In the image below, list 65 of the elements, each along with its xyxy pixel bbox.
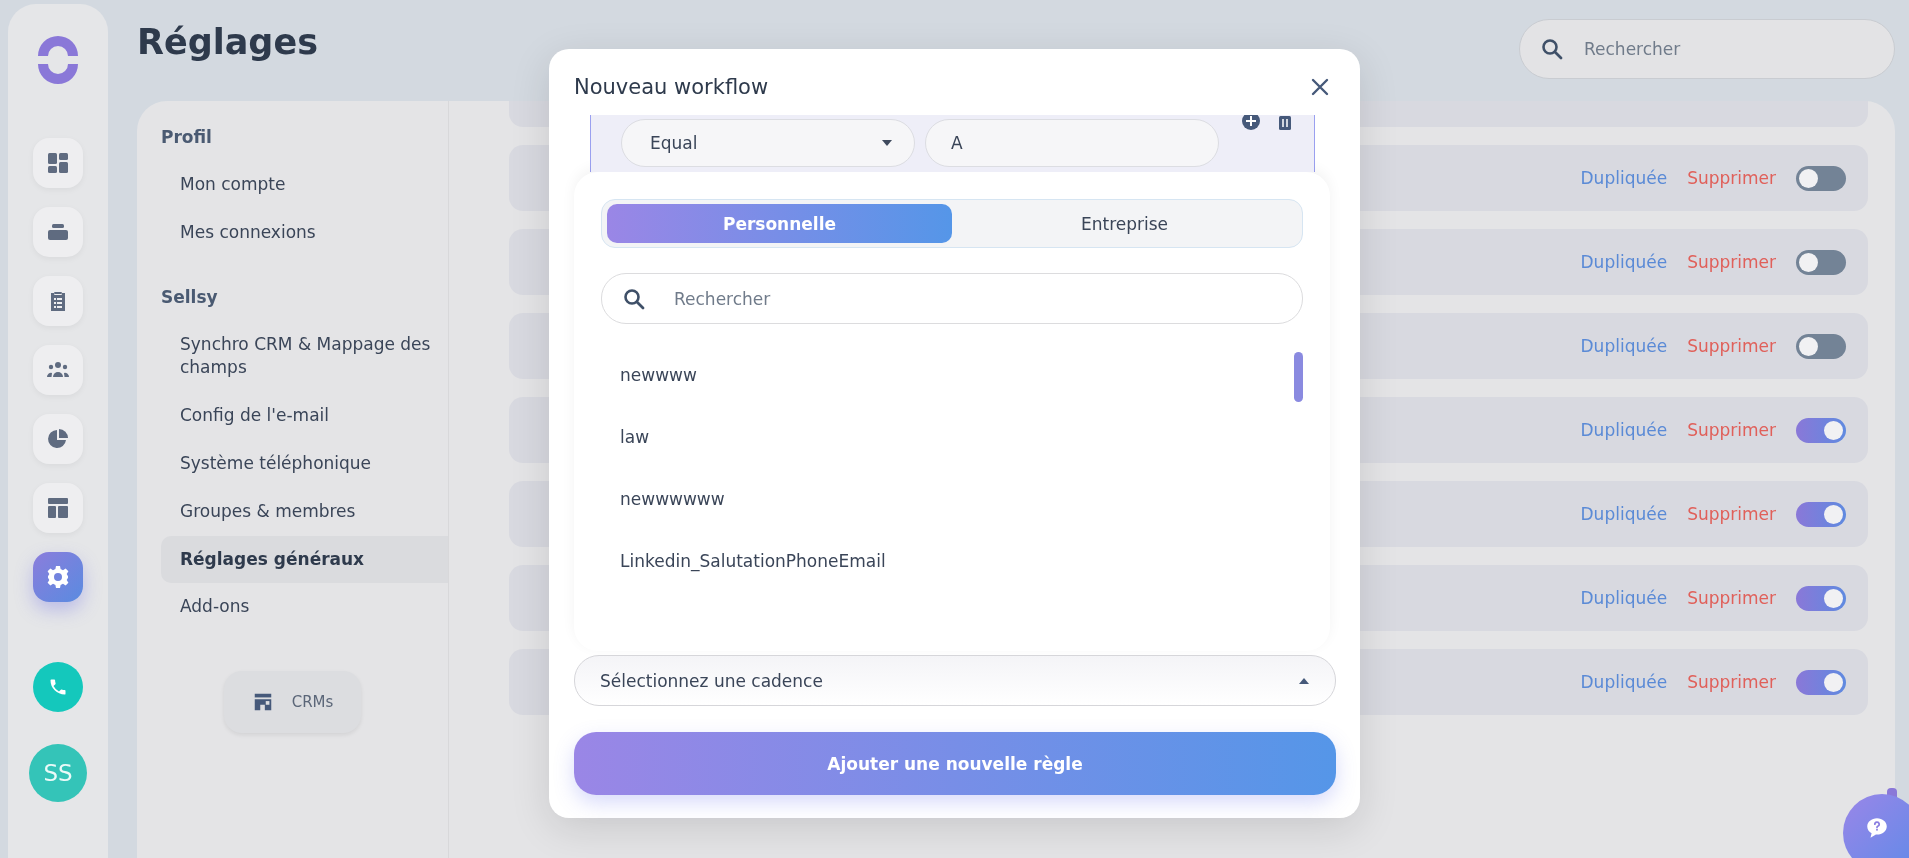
menu-item[interactable]: Groupes & membres <box>161 487 448 536</box>
duplicate-link[interactable]: Dupliquée <box>1580 588 1668 608</box>
search-icon <box>622 286 646 311</box>
list-option[interactable]: newwwwww <box>601 468 1294 530</box>
cadence-select[interactable]: Sélectionnez une cadence <box>574 655 1336 706</box>
menu-item[interactable]: Réglages généraux <box>161 535 448 584</box>
toggle-switch[interactable] <box>1796 333 1846 359</box>
trash-icon <box>1277 115 1293 131</box>
nav-button[interactable] <box>33 414 83 464</box>
nav-button[interactable] <box>33 483 83 533</box>
menu-item[interactable]: Mon compte <box>161 161 448 209</box>
toggle-switch[interactable] <box>1796 165 1846 191</box>
delete-link[interactable]: Supprimer <box>1687 504 1776 524</box>
menu-heading: Profil <box>160 127 213 147</box>
close-icon <box>1310 77 1330 97</box>
nav-button[interactable] <box>33 138 83 188</box>
dashboard-icon <box>46 151 70 175</box>
tab[interactable]: Personnelle <box>607 204 952 243</box>
toggle-switch[interactable] <box>1796 417 1846 443</box>
operator-select[interactable]: Equal <box>621 119 915 167</box>
search-field[interactable]: Rechercher <box>1519 19 1895 79</box>
duplicate-link[interactable]: Dupliquée <box>1580 252 1668 272</box>
delete-link[interactable]: Supprimer <box>1687 252 1776 272</box>
duplicate-link[interactable]: Dupliquée <box>1580 420 1668 440</box>
duplicate-link[interactable]: Dupliquée <box>1580 336 1668 356</box>
menu-heading: Sellsy <box>160 286 219 307</box>
phone-icon <box>48 677 68 697</box>
nav-button[interactable] <box>33 552 83 602</box>
menu-item[interactable]: Add-ons <box>161 583 448 632</box>
scrollbar-thumb[interactable] <box>1294 352 1303 402</box>
nav-button[interactable] <box>33 345 83 395</box>
pie-chart-icon <box>46 427 70 451</box>
duplicate-link[interactable]: Dupliquée <box>1580 168 1668 188</box>
toggle-switch[interactable] <box>1796 249 1846 275</box>
toggle-switch[interactable] <box>1796 501 1846 527</box>
nav-button[interactable] <box>33 276 83 326</box>
menu-item[interactable]: Système téléphonique <box>161 440 448 488</box>
delete-link[interactable]: Supprimer <box>1687 588 1776 608</box>
nav-button[interactable] <box>33 207 83 257</box>
settings-icon <box>46 565 70 589</box>
list-option[interactable]: newwww <box>601 344 1294 406</box>
menu-item[interactable]: Mes connexions <box>161 208 448 257</box>
caret-up-icon <box>1299 677 1309 684</box>
duplicate-link[interactable]: Dupliquée <box>1580 504 1668 524</box>
menu-item[interactable]: Config de l'e-mail <box>161 392 448 440</box>
delete-link[interactable]: Supprimer <box>1687 336 1776 356</box>
dialog-title: Nouveau workflow <box>574 75 769 99</box>
duplicate-link[interactable]: Dupliquée <box>1580 672 1668 692</box>
menu-item[interactable]: Synchro CRM & Mappage des champs <box>161 320 448 393</box>
tab[interactable]: Entreprise <box>952 204 1297 243</box>
phone-button[interactable] <box>33 662 83 712</box>
delete-link[interactable]: Supprimer <box>1687 672 1776 692</box>
list-option[interactable]: Linkedin_SalutationPhoneEmail <box>601 530 1294 592</box>
delete-link[interactable]: Supprimer <box>1687 420 1776 440</box>
search-icon <box>1540 37 1564 61</box>
delete-link[interactable]: Supprimer <box>1687 168 1776 188</box>
add-rule-button[interactable]: Ajouter une nouvelle règle <box>574 732 1336 795</box>
search-field[interactable]: Rechercher <box>601 273 1303 324</box>
crms-button[interactable]: CRMs <box>224 671 361 734</box>
toggle-switch[interactable] <box>1796 585 1846 611</box>
page-title: Réglages <box>137 22 318 62</box>
value-field[interactable]: A <box>925 119 1219 167</box>
layout-icon <box>46 496 70 520</box>
toggle-switch[interactable] <box>1796 669 1846 695</box>
list-option[interactable]: law <box>601 406 1294 468</box>
